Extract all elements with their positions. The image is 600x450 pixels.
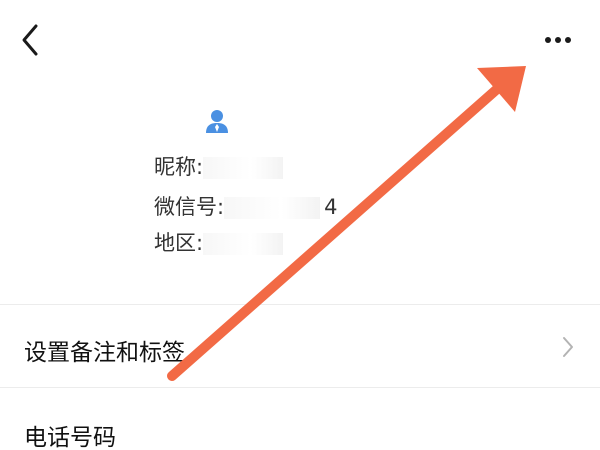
wechat-id-row: 微信号: 4 xyxy=(154,193,337,221)
region-label: 地区: xyxy=(154,231,204,255)
back-button[interactable] xyxy=(14,20,50,60)
profile-info-section: 昵称: 微信号: 4 地区: xyxy=(0,100,600,300)
region-row: 地区: xyxy=(154,229,284,257)
nickname-row: 昵称: xyxy=(154,153,284,181)
set-remark-and-tags-item[interactable]: 设置备注和标签 xyxy=(0,305,600,387)
more-options-button[interactable] xyxy=(536,26,580,54)
region-value-redacted xyxy=(203,233,284,255)
set-remark-and-tags-label: 设置备注和标签 xyxy=(24,340,185,366)
wechat-id-visible-tail: 4 xyxy=(324,195,338,219)
contact-person-icon xyxy=(206,110,228,133)
wechat-id-label: 微信号: xyxy=(154,195,225,219)
phone-number-item[interactable]: 电话号码 xyxy=(0,388,600,450)
wechat-id-value-redacted xyxy=(224,197,321,219)
phone-number-label: 电话号码 xyxy=(24,425,116,450)
nickname-value-redacted xyxy=(203,157,284,179)
top-nav-bar xyxy=(0,0,600,80)
chevron-right-icon xyxy=(563,337,573,357)
chevron-left-icon xyxy=(22,24,38,56)
more-dots-icon xyxy=(545,37,571,43)
nickname-label: 昵称: xyxy=(154,155,204,179)
